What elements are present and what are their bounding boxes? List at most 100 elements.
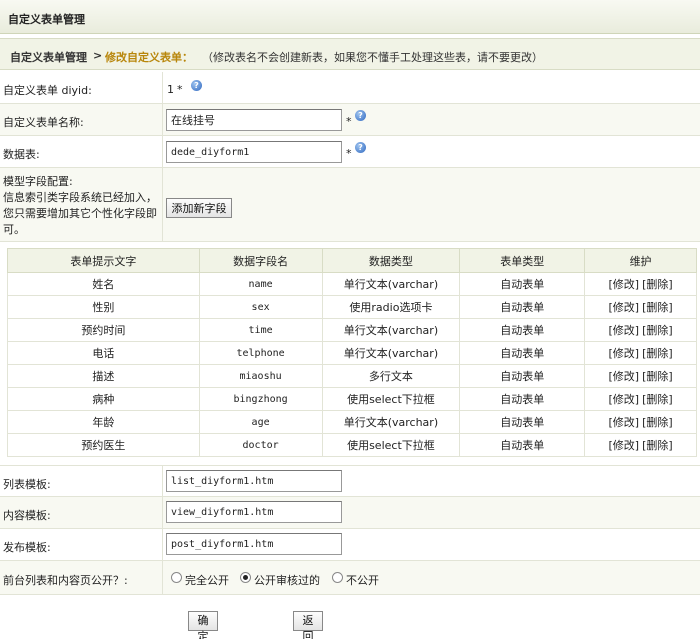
field-name-cell: doctor xyxy=(198,433,323,457)
help-icon[interactable]: ? xyxy=(191,80,202,91)
form-type-cell: 自动表单 xyxy=(459,341,586,365)
maintain-cell: [修改] [删除] xyxy=(584,433,697,457)
maintain-cell: [修改] [删除] xyxy=(584,364,697,388)
form-type-cell: 自动表单 xyxy=(459,295,586,319)
form-type-cell: 自动表单 xyxy=(459,410,586,434)
field-label-cell: 性别 xyxy=(7,295,200,319)
form-type-cell: 自动表单 xyxy=(459,272,586,296)
maintain-cell: [修改] [删除] xyxy=(584,387,697,411)
table-row: 描述 miaoshu 多行文本 自动表单 [修改] [删除] xyxy=(7,364,697,388)
breadcrumb-root-link[interactable]: 自定义表单管理 xyxy=(10,49,87,65)
edit-link[interactable]: [修改] xyxy=(608,393,639,406)
delete-link[interactable]: [删除] xyxy=(642,370,673,383)
field-label-cell: 预约时间 xyxy=(7,318,200,342)
view-template-label: 内容模板: xyxy=(3,509,51,522)
required-mark: * xyxy=(346,147,352,160)
required-mark: * xyxy=(346,115,352,128)
field-label-cell: 姓名 xyxy=(7,272,200,296)
view-template-row: 内容模板: xyxy=(0,497,700,529)
action-bar: 确定 返回 xyxy=(0,595,700,639)
edit-link[interactable]: [修改] xyxy=(608,416,639,429)
field-name-cell: age xyxy=(198,410,323,434)
form-type-cell: 自动表单 xyxy=(459,433,586,457)
field-config-hint-3: 可。 xyxy=(3,223,25,236)
edit-link[interactable]: [修改] xyxy=(608,370,639,383)
column-header: 数据字段名 xyxy=(198,248,323,273)
delete-link[interactable]: [删除] xyxy=(642,393,673,406)
field-config-row: 模型字段配置: 信息索引类字段系统已经加入， 您只需要增加其它个性化字段即 可。… xyxy=(0,168,700,242)
form-type-cell: 自动表单 xyxy=(459,387,586,411)
help-icon[interactable]: ? xyxy=(355,110,366,121)
delete-link[interactable]: [删除] xyxy=(642,324,673,337)
data-type-cell: 使用radio选项卡 xyxy=(321,295,461,319)
delete-link[interactable]: [删除] xyxy=(642,439,673,452)
form-name-row: 自定义表单名称: * ? xyxy=(0,104,700,136)
field-label-cell: 电话 xyxy=(7,341,200,365)
list-template-label: 列表模板: xyxy=(3,478,51,491)
view-template-input[interactable] xyxy=(166,501,342,523)
maintain-cell: [修改] [删除] xyxy=(584,410,697,434)
data-type-cell: 单行文本(varchar) xyxy=(321,272,461,296)
public-option-label: 完全公开 xyxy=(185,574,229,587)
field-label-cell: 年龄 xyxy=(7,410,200,434)
help-icon[interactable]: ? xyxy=(355,142,366,153)
edit-link[interactable]: [修改] xyxy=(608,301,639,314)
column-header: 维护 xyxy=(584,248,697,273)
table-row: 预约时间 time 单行文本(varchar) 自动表单 [修改] [删除] xyxy=(7,318,697,342)
field-name-cell: time xyxy=(198,318,323,342)
edit-link[interactable]: [修改] xyxy=(608,278,639,291)
post-template-label: 发布模板: xyxy=(3,541,51,554)
back-button[interactable]: 返回 xyxy=(293,611,323,639)
table-row: 电话 telphone 单行文本(varchar) 自动表单 [修改] [删除] xyxy=(7,341,697,365)
public-option-radio[interactable] xyxy=(171,572,182,583)
delete-link[interactable]: [删除] xyxy=(642,301,673,314)
field-config-hint-2: 您只需要增加其它个性化字段即 xyxy=(3,207,157,220)
data-type-cell: 多行文本 xyxy=(321,364,461,388)
required-mark: * xyxy=(177,83,183,96)
delete-link[interactable]: [删除] xyxy=(642,278,673,291)
edit-link[interactable]: [修改] xyxy=(608,324,639,337)
breadcrumb-separator: > xyxy=(93,49,103,62)
field-name-cell: name xyxy=(198,272,323,296)
list-template-input[interactable] xyxy=(166,470,342,492)
public-option-label: 公开审核过的 xyxy=(254,574,320,587)
edit-link[interactable]: [修改] xyxy=(608,439,639,452)
diyid-row: 自定义表单 diyid: 1 * ? xyxy=(0,72,700,104)
field-config-hint-1: 信息索引类字段系统已经加入， xyxy=(3,191,157,204)
data-type-cell: 使用select下拉框 xyxy=(321,387,461,411)
maintain-cell: [修改] [删除] xyxy=(584,318,697,342)
edit-link[interactable]: [修改] xyxy=(608,347,639,360)
public-setting-label: 前台列表和内容页公开？: xyxy=(3,574,128,587)
post-template-row: 发布模板: xyxy=(0,529,700,561)
public-option-radio[interactable] xyxy=(240,572,251,583)
table-row: 姓名 name 单行文本(varchar) 自动表单 [修改] [删除] xyxy=(7,272,697,296)
public-option-radio[interactable] xyxy=(332,572,343,583)
fields-table: 表单提示文字 数据字段名 数据类型 表单类型 维护 姓名 name 单行文本(var… xyxy=(7,248,697,457)
field-label-cell: 预约医生 xyxy=(7,433,200,457)
data-table-label: 数据表: xyxy=(3,148,40,161)
field-name-cell: bingzhong xyxy=(198,387,323,411)
field-name-cell: telphone xyxy=(198,341,323,365)
form-type-cell: 自动表单 xyxy=(459,364,586,388)
post-template-input[interactable] xyxy=(166,533,342,555)
table-header-row: 表单提示文字 数据字段名 数据类型 表单类型 维护 xyxy=(7,248,697,273)
diyid-label: 自定义表单 diyid: xyxy=(3,84,92,97)
data-type-cell: 单行文本(varchar) xyxy=(321,410,461,434)
field-name-cell: miaoshu xyxy=(198,364,323,388)
page-header: 自定义表单管理 xyxy=(0,0,700,34)
public-setting-row: 前台列表和内容页公开？: 完全公开 公开审核过的 不公开 xyxy=(0,561,700,595)
delete-link[interactable]: [删除] xyxy=(642,416,673,429)
form-name-input[interactable] xyxy=(166,109,342,131)
form-type-cell: 自动表单 xyxy=(459,318,586,342)
data-table-input[interactable] xyxy=(166,141,342,163)
column-header: 数据类型 xyxy=(321,248,461,273)
confirm-button[interactable]: 确定 xyxy=(188,611,218,639)
table-row: 性别 sex 使用radio选项卡 自动表单 [修改] [删除] xyxy=(7,295,697,319)
delete-link[interactable]: [删除] xyxy=(642,347,673,360)
column-header: 表单类型 xyxy=(459,248,586,273)
diyid-value: 1 xyxy=(167,83,174,96)
breadcrumb-current: 修改自定义表单： xyxy=(105,51,193,64)
table-row: 年龄 age 单行文本(varchar) 自动表单 [修改] [删除] xyxy=(7,410,697,434)
add-field-button[interactable]: 添加新字段 xyxy=(166,198,232,218)
data-table-row: 数据表: * ? xyxy=(0,136,700,168)
